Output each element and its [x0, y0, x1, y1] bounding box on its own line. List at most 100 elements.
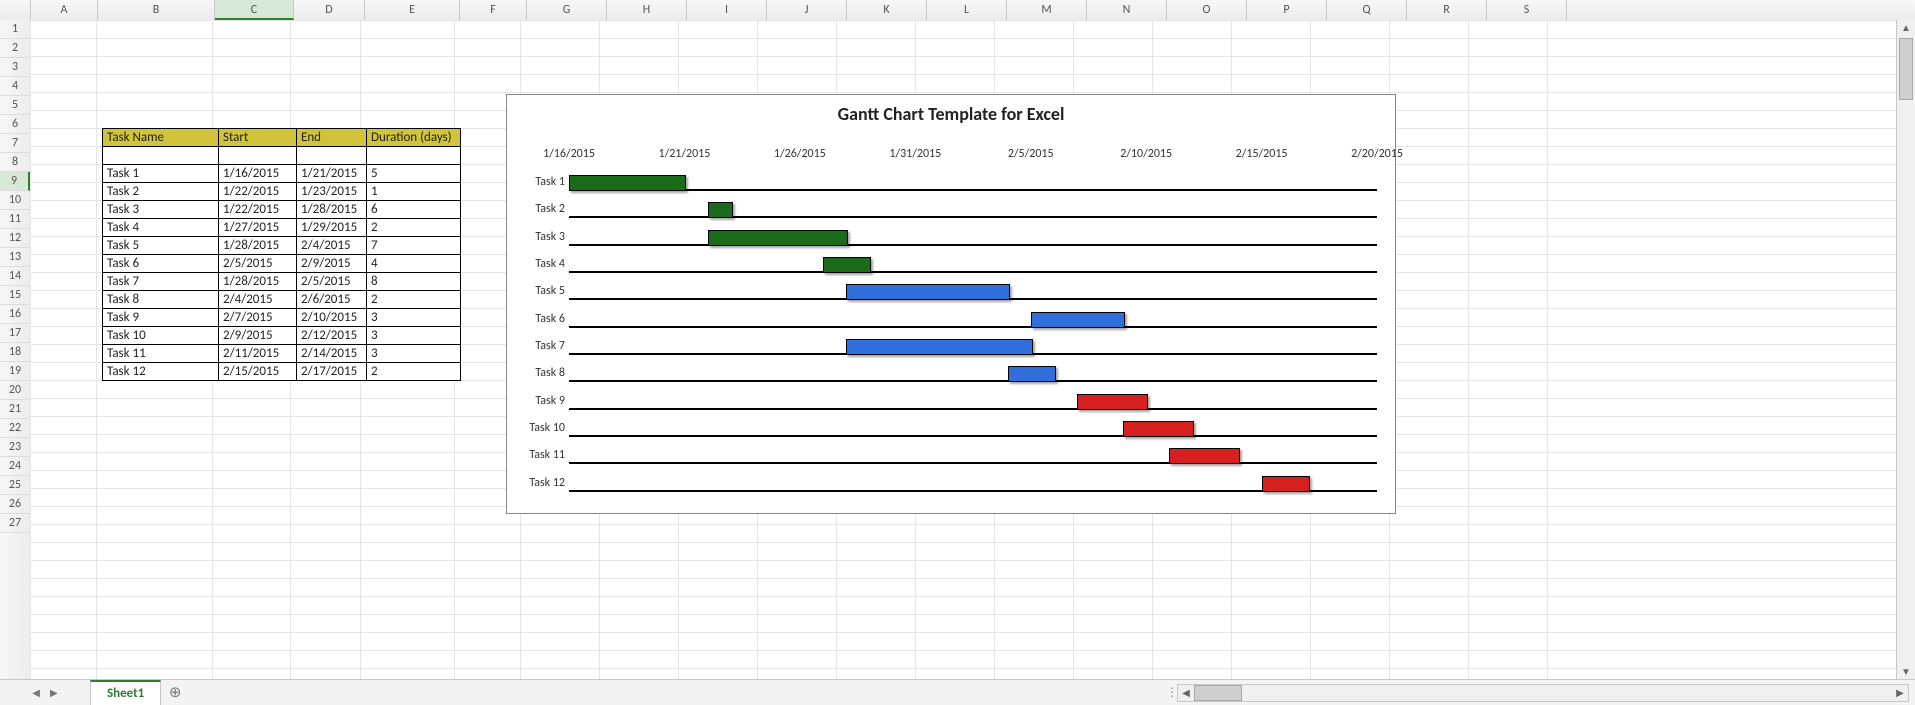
gantt-bar[interactable] — [1031, 312, 1125, 328]
row-head-24[interactable]: 24 — [0, 457, 30, 476]
col-head-O[interactable]: O — [1167, 0, 1247, 20]
cell-grid[interactable]: Task Name Start End Duration (days) Task… — [30, 20, 1897, 680]
row-head-22[interactable]: 22 — [0, 419, 30, 438]
cell-start[interactable]: 1/27/2015 — [219, 219, 297, 237]
table-row[interactable]: Task 122/15/20152/17/20152 — [103, 363, 461, 381]
cell-end[interactable]: 2/17/2015 — [297, 363, 367, 381]
col-head-K[interactable]: K — [847, 0, 927, 20]
table-row[interactable]: Task 82/4/20152/6/20152 — [103, 291, 461, 309]
cell-start[interactable]: 2/15/2015 — [219, 363, 297, 381]
scroll-left-icon[interactable]: ◀ — [1178, 686, 1194, 699]
table-row[interactable]: Task 11/16/20151/21/20155 — [103, 165, 461, 183]
cell-start[interactable]: 2/4/2015 — [219, 291, 297, 309]
row-head-11[interactable]: 11 — [0, 210, 30, 229]
table-row[interactable]: Task 41/27/20151/29/20152 — [103, 219, 461, 237]
col-head-L[interactable]: L — [927, 0, 1007, 20]
cell-start[interactable]: 1/22/2015 — [219, 183, 297, 201]
scroll-up-icon[interactable]: ▲ — [1897, 20, 1915, 36]
table-row[interactable]: Task 102/9/20152/12/20153 — [103, 327, 461, 345]
tab-nav[interactable]: ◀ ▶ — [0, 680, 90, 705]
row-head-2[interactable]: 2 — [0, 39, 30, 58]
gantt-bar[interactable] — [569, 175, 686, 191]
row-head-15[interactable]: 15 — [0, 286, 30, 305]
row-head-17[interactable]: 17 — [0, 324, 30, 343]
gantt-bar[interactable] — [1262, 476, 1310, 492]
cell-end[interactable]: 2/5/2015 — [297, 273, 367, 291]
cell-duration[interactable]: 2 — [367, 291, 461, 309]
col-head-G[interactable]: G — [527, 0, 607, 20]
row-head-16[interactable]: 16 — [0, 305, 30, 324]
row-head-4[interactable]: 4 — [0, 77, 30, 96]
gantt-bar[interactable] — [1123, 421, 1194, 437]
cell-start[interactable]: 1/28/2015 — [219, 273, 297, 291]
cell-end[interactable]: 1/28/2015 — [297, 201, 367, 219]
col-head-R[interactable]: R — [1407, 0, 1487, 20]
cell-name[interactable]: Task 8 — [103, 291, 219, 309]
tasks-table[interactable]: Task Name Start End Duration (days) Task… — [102, 128, 461, 381]
row-head-14[interactable]: 14 — [0, 267, 30, 286]
gantt-bar[interactable] — [1077, 394, 1148, 410]
table-row[interactable]: Task 21/22/20151/23/20151 — [103, 183, 461, 201]
cell-name[interactable]: Task 6 — [103, 255, 219, 273]
cell-end[interactable]: 2/10/2015 — [297, 309, 367, 327]
col-head-S[interactable]: S — [1487, 0, 1567, 20]
cell-end[interactable]: 1/23/2015 — [297, 183, 367, 201]
row-head-7[interactable]: 7 — [0, 134, 30, 153]
gantt-bar[interactable] — [708, 202, 733, 218]
col-head-N[interactable]: N — [1087, 0, 1167, 20]
row-head-9[interactable]: 9 — [0, 172, 30, 191]
col-head-D[interactable]: D — [294, 0, 365, 20]
th-duration[interactable]: Duration (days) — [367, 129, 461, 147]
table-row[interactable]: Task 31/22/20151/28/20156 — [103, 201, 461, 219]
add-sheet-button[interactable]: ⊕ — [161, 680, 189, 705]
select-all-corner[interactable] — [0, 0, 31, 20]
cell-start[interactable]: 1/22/2015 — [219, 201, 297, 219]
col-head-P[interactable]: P — [1247, 0, 1327, 20]
col-head-J[interactable]: J — [767, 0, 847, 20]
cell-duration[interactable]: 4 — [367, 255, 461, 273]
tab-prev-icon[interactable]: ◀ — [32, 686, 40, 699]
cell-start[interactable]: 1/16/2015 — [219, 165, 297, 183]
scroll-down-icon[interactable]: ▼ — [1897, 664, 1915, 680]
cell-duration[interactable]: 2 — [367, 219, 461, 237]
cell-start[interactable]: 1/28/2015 — [219, 237, 297, 255]
scroll-right-icon[interactable]: ▶ — [1892, 686, 1908, 699]
col-head-Q[interactable]: Q — [1327, 0, 1407, 20]
cell-name[interactable]: Task 10 — [103, 327, 219, 345]
row-head-3[interactable]: 3 — [0, 58, 30, 77]
cell-duration[interactable]: 1 — [367, 183, 461, 201]
vertical-scrollbar[interactable]: ▲ ▼ — [1896, 20, 1915, 680]
row-head-13[interactable]: 13 — [0, 248, 30, 267]
th-end[interactable]: End — [297, 129, 367, 147]
cell-duration[interactable]: 6 — [367, 201, 461, 219]
row-head-10[interactable]: 10 — [0, 191, 30, 210]
cell-name[interactable]: Task 1 — [103, 165, 219, 183]
cell-name[interactable]: Task 2 — [103, 183, 219, 201]
table-row[interactable]: Task 92/7/20152/10/20153 — [103, 309, 461, 327]
th-task-name[interactable]: Task Name — [103, 129, 219, 147]
gantt-bar[interactable] — [846, 339, 1033, 355]
col-head-A[interactable]: A — [31, 0, 98, 20]
gantt-bar[interactable] — [846, 284, 1010, 300]
cell-end[interactable]: 2/4/2015 — [297, 237, 367, 255]
cell-duration[interactable]: 2 — [367, 363, 461, 381]
gantt-bar[interactable] — [1008, 366, 1056, 382]
horizontal-scrollbar[interactable]: ◀ ▶ — [1177, 684, 1909, 702]
row-head-21[interactable]: 21 — [0, 400, 30, 419]
sheet-tab-active[interactable]: Sheet1 — [90, 680, 161, 705]
cell-name[interactable]: Task 11 — [103, 345, 219, 363]
row-head-18[interactable]: 18 — [0, 343, 30, 362]
row-head-19[interactable]: 19 — [0, 362, 30, 381]
row-head-26[interactable]: 26 — [0, 495, 30, 514]
row-head-20[interactable]: 20 — [0, 381, 30, 400]
table-row[interactable]: Task 71/28/20152/5/20158 — [103, 273, 461, 291]
col-head-C[interactable]: C — [215, 0, 294, 20]
row-head-27[interactable]: 27 — [0, 514, 30, 533]
cell-end[interactable]: 1/21/2015 — [297, 165, 367, 183]
cell-duration[interactable]: 5 — [367, 165, 461, 183]
cell-end[interactable]: 2/14/2015 — [297, 345, 367, 363]
row-head-6[interactable]: 6 — [0, 115, 30, 134]
cell-name[interactable]: Task 5 — [103, 237, 219, 255]
cell-duration[interactable]: 8 — [367, 273, 461, 291]
gantt-bar[interactable] — [1169, 448, 1240, 464]
